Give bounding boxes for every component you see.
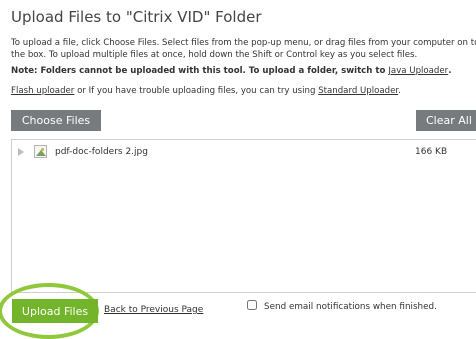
alternative-uploaders: Flash uploader or If you have trouble up…	[11, 86, 401, 96]
email-notification-label: Send email notifications when finished.	[264, 302, 437, 312]
file-drop-zone[interactable]: pdf-doc-folders 2.jpg 166 KB	[11, 139, 476, 293]
alternative-uploaders-text: or If you have trouble uploading files, …	[74, 86, 319, 96]
email-notification-checkbox[interactable]	[247, 300, 257, 310]
file-size: 166 KB	[415, 147, 448, 157]
folder-note-text: Note: Folders cannot be uploaded with th…	[11, 66, 389, 76]
upload-files-button[interactable]: Upload Files	[12, 299, 98, 323]
back-to-previous-page-link[interactable]: Back to Previous Page	[104, 305, 203, 315]
file-list-item[interactable]: pdf-doc-folders 2.jpg 166 KB	[12, 143, 476, 161]
standard-uploader-link[interactable]: Standard Uploader	[318, 86, 398, 96]
file-name: pdf-doc-folders 2.jpg	[55, 147, 148, 157]
choose-files-button[interactable]: Choose Files	[11, 110, 101, 131]
email-notification-option[interactable]: Send email notifications when finished.	[247, 300, 437, 312]
image-file-icon	[34, 145, 47, 158]
clear-all-button[interactable]: Clear All	[416, 110, 476, 131]
page-title: Upload Files to "Citrix VID" Folder	[11, 8, 262, 26]
expand-arrow-icon[interactable]	[18, 148, 24, 156]
folder-note: Note: Folders cannot be uploaded with th…	[11, 66, 451, 76]
alternative-uploaders-end: .	[398, 86, 401, 96]
upload-instructions: To upload a file, click Choose Files. Se…	[11, 38, 476, 60]
java-uploader-link[interactable]: Java Uploader	[388, 66, 448, 76]
folder-note-end: .	[448, 66, 452, 76]
flash-uploader-link[interactable]: Flash uploader	[11, 86, 74, 96]
